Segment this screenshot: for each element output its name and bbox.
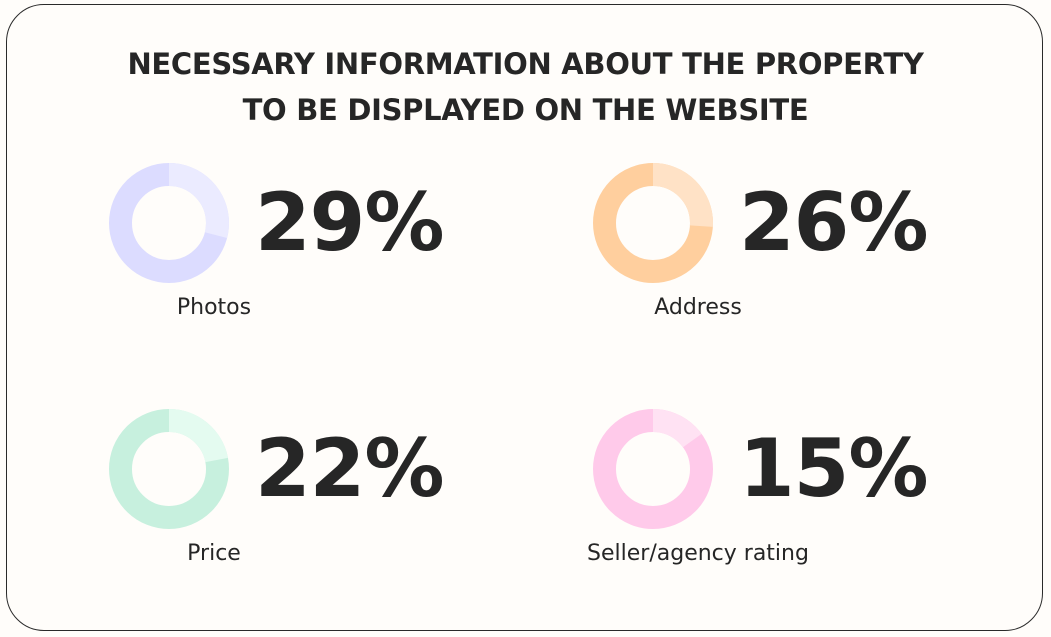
- stat-price: 22% Price: [109, 409, 529, 609]
- stat-seller-agency-rating: 15% Seller/agency rating: [587, 409, 1013, 609]
- chart-title-line-2: TO BE DISPLAYED ON THE WEBSITE: [242, 93, 809, 127]
- label-photos: Photos: [176, 295, 252, 320]
- percentage-seller-agency-rating: 15%: [739, 422, 928, 515]
- chart-title: NECESSARY INFORMATION ABOUT THE PROPERTY…: [7, 41, 1044, 133]
- percentage-price: 22%: [255, 422, 444, 515]
- donut-seller-agency-rating: [593, 409, 713, 529]
- chart-title-line-1: NECESSARY INFORMATION ABOUT THE PROPERTY: [127, 47, 924, 81]
- label-address: Address: [654, 295, 742, 320]
- donut-price: [109, 409, 229, 529]
- donut-photos: [109, 163, 229, 283]
- percentage-address: 26%: [739, 176, 928, 269]
- stat-address: 26% Address: [593, 163, 1013, 363]
- donut-address: [593, 163, 713, 283]
- stat-photos: 29% Photos: [109, 163, 529, 363]
- percentage-photos: 29%: [255, 176, 444, 269]
- infographic-card: NECESSARY INFORMATION ABOUT THE PROPERTY…: [6, 4, 1043, 631]
- label-seller-agency-rating: Seller/agency rating: [587, 541, 809, 566]
- label-price: Price: [187, 541, 241, 566]
